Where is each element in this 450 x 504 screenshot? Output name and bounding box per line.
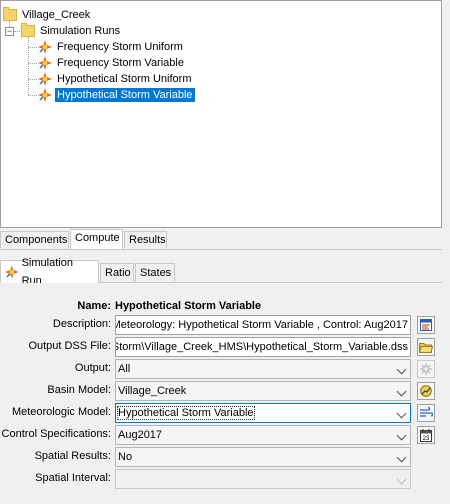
tree-folder-label: Simulation Runs (40, 25, 121, 37)
tree-connector (28, 79, 37, 80)
tree-run-item[interactable]: Frequency Storm Uniform (38, 39, 185, 55)
tree-run-label: Frequency Storm Uniform (57, 41, 183, 53)
control-spec-value: Aug2017 (118, 429, 163, 441)
simulation-run-form: Name: Hypothetical Storm Variable Descri… (0, 283, 442, 504)
project-tree[interactable]: Village_Creek − Simulation Runs Frequenc… (0, 0, 442, 228)
met-model-value: Hypothetical Storm Variable (117, 406, 255, 420)
tab-ratio[interactable]: Ratio (100, 263, 134, 282)
met-model-row: Meteorologic Model: Hypothetical Storm V… (0, 403, 442, 423)
spatial-results-row: Spatial Results: No (0, 447, 442, 467)
tree-root-village-creek[interactable]: Village_Creek (3, 7, 92, 23)
output-row: Output: All (0, 359, 442, 379)
chevron-down-icon (396, 452, 407, 463)
description-value: Meteorology: Hypothetical Storm Variable… (115, 319, 408, 331)
tree-folder-simulation-runs[interactable]: Simulation Runs (21, 23, 122, 39)
collapse-toggle-icon[interactable]: − (5, 27, 14, 36)
svg-text:23: 23 (423, 436, 430, 442)
gear-icon (420, 363, 432, 375)
tab-results[interactable]: Results (124, 231, 167, 248)
description-row: Description: Meteorology: Hypothetical S… (0, 315, 442, 335)
output-dss-field[interactable]: alStorm\Village_Creek_HMS\Hypothetical_S… (115, 337, 411, 357)
spatial-results-label: Spatial Results: (34, 450, 111, 462)
chevron-down-icon (396, 386, 407, 397)
tree-connector (28, 47, 37, 48)
run-sparkle-icon (38, 40, 52, 54)
spatial-interval-label: Spatial Interval: (35, 472, 111, 484)
tab-states[interactable]: States (135, 263, 175, 282)
chevron-down-icon (396, 364, 407, 375)
chevron-down-icon (396, 430, 407, 441)
tree-connector (28, 63, 37, 64)
output-dss-row: Output DSS File: alStorm\Village_Creek_H… (0, 337, 442, 357)
calendar-icon: 23 (420, 428, 432, 442)
met-model-button[interactable] (417, 404, 435, 422)
basin-model-label: Basin Model: (47, 384, 111, 396)
run-sparkle-icon (38, 88, 52, 102)
sub-tab-bar: Simulation Run Ratio States (0, 257, 442, 287)
met-model-select[interactable]: Hypothetical Storm Variable (115, 403, 411, 423)
folder-icon (21, 23, 35, 37)
tree-run-label: Hypothetical Storm Uniform (57, 73, 192, 85)
output-dss-label: Output DSS File: (28, 340, 111, 352)
output-settings-button[interactable] (417, 360, 435, 378)
control-spec-row: Control Specifications: Aug2017 23 (0, 425, 442, 445)
tab-simulation-run[interactable]: Simulation Run (0, 257, 99, 287)
tab-components[interactable]: Components (0, 231, 69, 248)
output-dss-value: alStorm\Village_Creek_HMS\Hypothetical_S… (115, 341, 408, 353)
basin-model-button[interactable] (417, 382, 435, 400)
description-editor-button[interactable] (417, 316, 435, 334)
tree-connector (14, 31, 20, 32)
basin-model-row: Basin Model: Village_Creek (0, 381, 442, 401)
output-value: All (118, 363, 131, 375)
spatial-interval-row: Spatial Interval: (0, 469, 442, 489)
main-tab-bar: Components Compute Results (0, 229, 442, 250)
output-select[interactable]: All (115, 359, 411, 379)
spatial-results-value: No (118, 451, 133, 463)
name-row: Name: Hypothetical Storm Variable (0, 297, 442, 317)
component-editor: Simulation Run Ratio States Name: Hypoth… (0, 256, 442, 504)
right-edge-scrollbar[interactable] (442, 0, 450, 504)
chevron-down-icon (396, 474, 407, 485)
tree-connector (28, 95, 37, 96)
basin-model-select[interactable]: Village_Creek (115, 381, 411, 401)
run-sparkle-icon (5, 265, 19, 279)
run-sparkle-icon (38, 56, 52, 70)
output-label: Output: (74, 362, 111, 374)
tree-run-item[interactable]: Frequency Storm Variable (38, 55, 186, 71)
tree-run-label: Hypothetical Storm Variable (54, 87, 196, 103)
text-editor-icon (420, 319, 432, 331)
tree-connector (28, 37, 29, 95)
basin-map-icon (420, 385, 432, 397)
chevron-down-icon (396, 408, 407, 419)
spatial-interval-select[interactable] (115, 469, 411, 489)
spatial-results-select[interactable]: No (115, 447, 411, 467)
run-sparkle-icon (38, 72, 52, 86)
control-spec-label: Control Specifications: (1, 428, 111, 440)
control-spec-button[interactable]: 23 (417, 426, 435, 444)
description-label: Description: (52, 318, 111, 330)
open-folder-icon (419, 343, 433, 353)
tree-run-item-selected[interactable]: Hypothetical Storm Variable (38, 87, 196, 103)
tree-root-label: Village_Creek (22, 9, 91, 21)
open-file-button[interactable] (417, 338, 435, 356)
met-model-icon (420, 407, 433, 417)
name-label: Name: (77, 300, 111, 312)
tree-run-label: Frequency Storm Variable (57, 57, 184, 69)
tab-compute[interactable]: Compute (70, 229, 123, 249)
run-name-value: Hypothetical Storm Variable (115, 300, 262, 312)
description-field[interactable]: Meteorology: Hypothetical Storm Variable… (115, 315, 411, 335)
basin-model-value: Village_Creek (118, 385, 187, 397)
control-spec-select[interactable]: Aug2017 (115, 425, 411, 445)
met-model-label: Meteorologic Model: (11, 406, 111, 418)
tree-run-item[interactable]: Hypothetical Storm Uniform (38, 71, 194, 87)
folder-icon (3, 7, 17, 21)
